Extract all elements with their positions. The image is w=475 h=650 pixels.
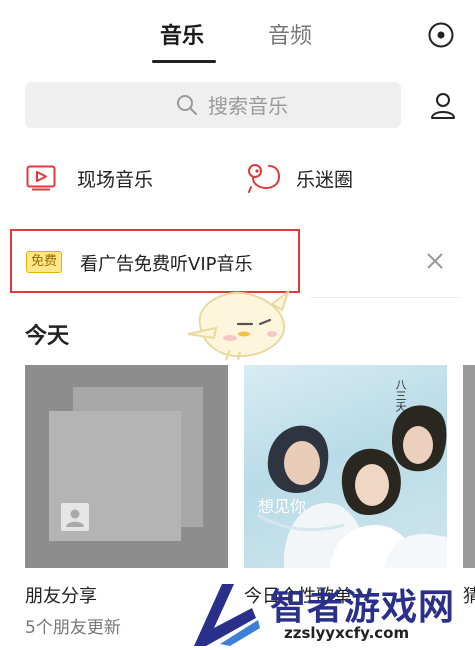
live-music-label[interactable]: 现场音乐 <box>77 165 153 192</box>
chat-bubbles-icon[interactable] <box>245 160 281 194</box>
avatar-placeholder-icon <box>61 503 89 531</box>
tab-audio[interactable]: 音频 <box>268 18 312 50</box>
active-tab-indicator <box>152 60 216 63</box>
search-placeholder: 搜索音乐 <box>208 94 288 118</box>
record-icon[interactable] <box>428 22 454 48</box>
friends-share-cover[interactable] <box>25 365 228 568</box>
card-subtitle-friends-update: 5个朋友更新 <box>25 618 121 638</box>
third-card-cover[interactable] <box>463 365 475 568</box>
album-title-text: 想见你 <box>258 497 307 516</box>
album-artist-text: 八三夭 <box>394 379 407 412</box>
divider <box>310 297 460 298</box>
watermark-url: zzslyyxcfy.com <box>282 624 412 642</box>
play-box-icon[interactable] <box>26 165 56 191</box>
fan-circle-label[interactable]: 乐迷圈 <box>296 165 353 192</box>
user-icon[interactable] <box>430 92 456 120</box>
card-title-guess[interactable]: 猜 <box>463 582 475 606</box>
section-title-today: 今天 <box>25 324 70 349</box>
close-icon[interactable] <box>425 251 445 271</box>
watermark-logo-icon <box>194 584 260 646</box>
search-icon <box>177 95 197 115</box>
card-title-friends-share[interactable]: 朋友分享 <box>25 582 97 608</box>
free-badge: 免费 <box>26 251 62 273</box>
album-art-image <box>257 405 447 568</box>
tab-music[interactable]: 音乐 <box>160 18 204 50</box>
daily-playlist-cover[interactable]: 想见你 八三夭 <box>244 365 447 568</box>
watermark-brand-name: 智者游戏网 <box>270 587 456 628</box>
promo-text[interactable]: 看广告免费听VIP音乐 <box>80 250 252 276</box>
mascot-icon <box>187 289 290 361</box>
